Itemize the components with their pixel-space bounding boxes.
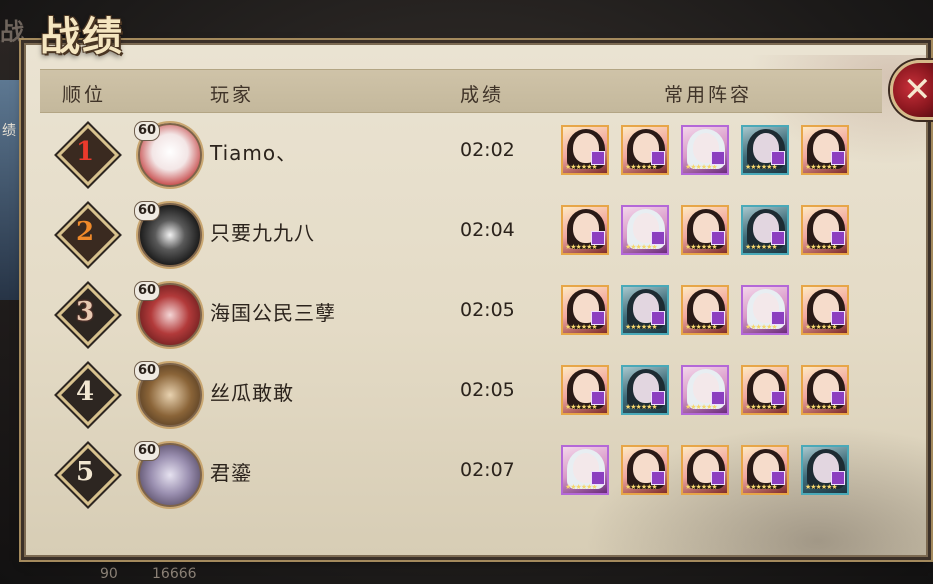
player-score: 02:04 [460, 219, 515, 241]
awaken-badge-icon [591, 311, 605, 325]
shikigami-card-icon[interactable]: ★★★★★★ [561, 125, 609, 175]
awaken-badge-icon [651, 311, 665, 325]
background-stat-b: 16666 [152, 566, 197, 582]
shikigami-card-icon[interactable]: ★★★★★★ [621, 365, 669, 415]
shikigami-card-icon[interactable]: ★★★★★★ [741, 365, 789, 415]
player-name: 海国公民三孽 [210, 301, 336, 325]
awaken-badge-icon [771, 231, 785, 245]
shikigami-card-icon[interactable]: ★★★★★★ [681, 285, 729, 335]
rank-number: 4 [75, 377, 95, 407]
player-level-badge: 60 [134, 361, 160, 381]
awaken-badge-icon [711, 391, 725, 405]
awaken-badge-icon [591, 231, 605, 245]
table-row[interactable]: 4 60 丝瓜敢敢 02:05 ★★★★★★ ★★★★★★ ★★★★★★ ★★★★★★ ★★★★… [26, 351, 886, 431]
player-score: 02:02 [460, 139, 515, 161]
awaken-badge-icon [711, 151, 725, 165]
rank-number: 3 [75, 297, 95, 327]
shikigami-card-icon[interactable]: ★★★★★★ [681, 445, 729, 495]
shikigami-card-icon[interactable]: ★★★★★★ [801, 365, 849, 415]
shikigami-card-icon[interactable]: ★★★★★★ [741, 285, 789, 335]
awaken-badge-icon [771, 311, 785, 325]
header-player: 玩家 [210, 84, 255, 106]
shikigami-card-icon[interactable]: ★★★★★★ [801, 205, 849, 255]
awaken-badge-icon [831, 151, 845, 165]
shikigami-card-icon[interactable]: ★★★★★★ [681, 125, 729, 175]
table-row[interactable]: 1 60 Tiamo、 02:02 ★★★★★★ ★★★★★★ ★★★★★★ ★★★★★★ ★★… [26, 111, 886, 191]
table-row[interactable]: 5 60 君鎏 02:07 ★★★★★★ ★★★★★★ ★★★★★★ ★★★★★★ ★★★★★★ [26, 431, 886, 511]
awaken-badge-icon [831, 391, 845, 405]
shikigami-card-icon[interactable]: ★★★★★★ [621, 125, 669, 175]
shikigami-card-icon[interactable]: ★★★★★★ [561, 285, 609, 335]
awaken-badge-icon [711, 471, 725, 485]
rank-number: 2 [75, 217, 95, 247]
shikigami-card-icon[interactable]: ★★★★★★ [801, 285, 849, 335]
rank-number: 5 [75, 457, 95, 487]
rank-number: 1 [75, 137, 95, 167]
shikigami-card-icon[interactable]: ★★★★★★ [741, 205, 789, 255]
player-level-badge: 60 [134, 201, 160, 221]
player-score: 02:05 [460, 299, 515, 321]
player-level-badge: 60 [134, 281, 160, 301]
player-level-badge: 60 [134, 441, 160, 461]
awaken-badge-icon [591, 391, 605, 405]
player-name: 只要九九八 [210, 221, 315, 245]
header-rank: 顺位 [62, 84, 107, 106]
background-side-tab[interactable]: 绩 [0, 80, 22, 300]
close-icon: ✕ [903, 70, 932, 110]
shikigami-card-icon[interactable]: ★★★★★★ [561, 365, 609, 415]
awaken-badge-icon [591, 151, 605, 165]
player-name: 君鎏 [210, 461, 252, 485]
awaken-badge-icon [771, 391, 785, 405]
table-header: 顺位 玩家 成绩 常用阵容 [40, 69, 882, 113]
header-score: 成绩 [460, 84, 505, 106]
player-score: 02:07 [460, 459, 515, 481]
table-row[interactable]: 2 60 只要九九八 02:04 ★★★★★★ ★★★★★★ ★★★★★★ ★★★★★★ ★★★… [26, 191, 886, 271]
shikigami-card-icon[interactable]: ★★★★★★ [801, 125, 849, 175]
awaken-badge-icon [651, 231, 665, 245]
player-score: 02:05 [460, 379, 515, 401]
results-panel: 顺位 玩家 成绩 常用阵容 1 60 Tiamo、 02:02 ★★★★★★ ★★★★★★… [24, 43, 928, 557]
awaken-badge-icon [711, 311, 725, 325]
awaken-badge-icon [831, 471, 845, 485]
player-name: 丝瓜敢敢 [210, 381, 294, 405]
shikigami-card-icon[interactable]: ★★★★★★ [681, 205, 729, 255]
awaken-badge-icon [711, 231, 725, 245]
player-name: Tiamo、 [210, 141, 298, 165]
header-lineup: 常用阵容 [664, 84, 753, 106]
awaken-badge-icon [651, 471, 665, 485]
background-side-tab-label: 绩 [2, 123, 16, 139]
awaken-badge-icon [831, 311, 845, 325]
background-stat-a: 90 [100, 566, 118, 582]
shikigami-card-icon[interactable]: ★★★★★★ [741, 445, 789, 495]
awaken-badge-icon [771, 151, 785, 165]
shikigami-card-icon[interactable]: ★★★★★★ [621, 285, 669, 335]
shikigami-card-icon[interactable]: ★★★★★★ [681, 365, 729, 415]
panel-title: 战绩 [40, 13, 124, 60]
shikigami-card-icon[interactable]: ★★★★★★ [561, 445, 609, 495]
awaken-badge-icon [591, 471, 605, 485]
player-level-badge: 60 [134, 121, 160, 141]
shikigami-card-icon[interactable]: ★★★★★★ [621, 205, 669, 255]
shikigami-card-icon[interactable]: ★★★★★★ [741, 125, 789, 175]
awaken-badge-icon [771, 471, 785, 485]
table-row[interactable]: 3 60 海国公民三孽 02:05 ★★★★★★ ★★★★★★ ★★★★★★ ★★★★★★ ★★… [26, 271, 886, 351]
background-tab-text: 战 [0, 17, 24, 46]
shikigami-card-icon[interactable]: ★★★★★★ [621, 445, 669, 495]
awaken-badge-icon [651, 151, 665, 165]
shikigami-card-icon[interactable]: ★★★★★★ [801, 445, 849, 495]
awaken-badge-icon [831, 231, 845, 245]
awaken-badge-icon [651, 391, 665, 405]
shikigami-card-icon[interactable]: ★★★★★★ [561, 205, 609, 255]
